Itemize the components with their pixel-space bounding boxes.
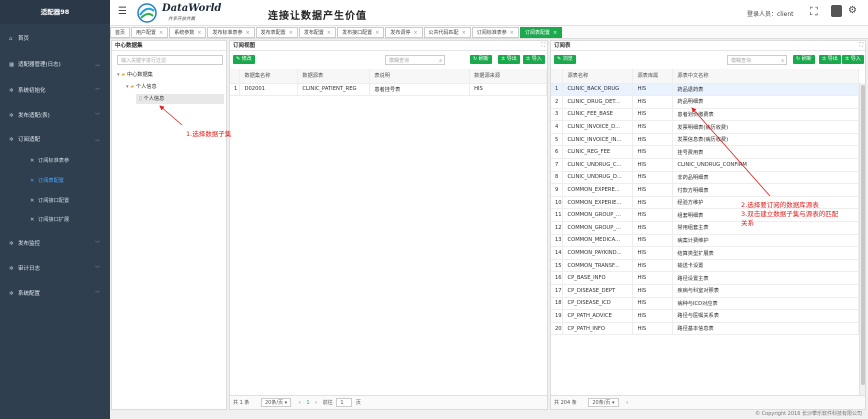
annotation-step-3: 3.双击建立数据子集与源表的匹配	[741, 210, 839, 218]
footer-copyright: © Copyright 2016 长沙攀乐软件科技有限公司	[110, 410, 868, 419]
annotation-step-2: 2.选择要订阅的数据库源表	[741, 201, 819, 209]
annotation-step-1: 1.选择数据子集	[186, 130, 232, 138]
annotation-step-3-cont: 关系	[741, 219, 754, 227]
annotation-arrow-1	[159, 105, 183, 126]
annotation-arrows	[159, 105, 771, 197]
annotation-arrow-2	[691, 107, 771, 197]
